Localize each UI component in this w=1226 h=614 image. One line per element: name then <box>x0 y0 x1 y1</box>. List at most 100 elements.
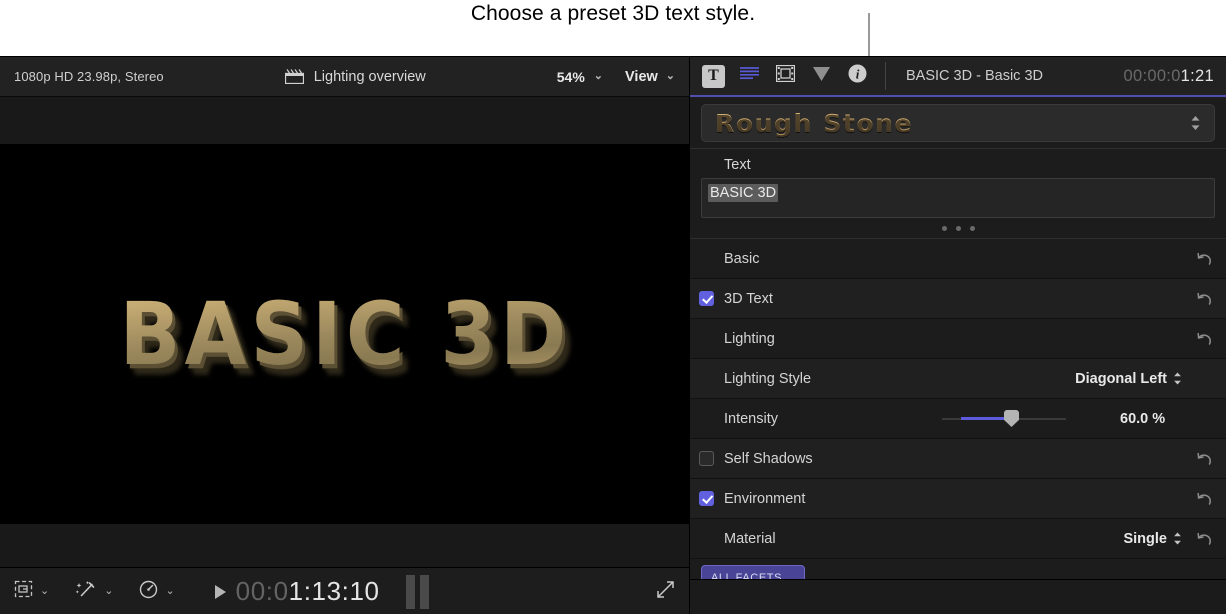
callout-text: Choose a preset 3D text style. <box>0 2 1226 26</box>
play-icon[interactable] <box>215 585 226 599</box>
resize-grip-dots-icon[interactable] <box>690 218 1226 238</box>
basic-header-row: Basic <box>690 239 1226 279</box>
inspector-toolbar: T <box>690 57 1226 97</box>
material-row[interactable]: Material Single <box>690 519 1226 559</box>
environment-row[interactable]: Environment <box>690 479 1226 519</box>
lighting-style-popup[interactable]: Diagonal Left <box>1075 371 1182 387</box>
environment-checkbox-wrap <box>690 491 724 506</box>
intensity-unit: % <box>1152 411 1165 427</box>
enhance-tool-button[interactable]: ⌄ <box>75 580 113 604</box>
film-strip-icon <box>776 65 795 87</box>
lighting-style-value: Diagonal Left <box>1075 371 1167 387</box>
lighting-header-label: Lighting <box>690 331 775 347</box>
text-field-wrapper: BASIC 3D <box>690 178 1226 218</box>
view-menu-label: View <box>625 69 658 85</box>
intensity-value[interactable]: 60.0 % <box>1120 411 1182 427</box>
video-inspector-tab[interactable] <box>774 65 797 88</box>
material-popup[interactable]: Single <box>1123 531 1182 547</box>
reset-arrow-icon[interactable] <box>1182 451 1226 467</box>
text-section-label: Text <box>690 149 1226 178</box>
lighting-header-row: Lighting <box>690 319 1226 359</box>
speedometer-icon <box>139 580 158 604</box>
material-label: Material <box>690 531 776 547</box>
timecode-dim-part: 00:0 <box>236 576 289 606</box>
audio-meter-right <box>420 575 429 609</box>
chevron-down-icon: ⌄ <box>666 71 675 82</box>
video-canvas[interactable]: BASIC 3D <box>0 144 690 524</box>
environment-checkbox[interactable] <box>699 491 714 506</box>
canvas-3d-title-text: BASIC 3D <box>120 284 571 384</box>
screenshot-root: Choose a preset 3D text style. 1080p HD … <box>0 0 1226 614</box>
lighting-style-label: Lighting Style <box>690 371 811 387</box>
slider-handle[interactable] <box>1004 410 1019 427</box>
inspector-tab-bar: T <box>690 57 883 95</box>
reset-arrow-icon[interactable] <box>1182 331 1226 347</box>
3d-text-label: 3D Text <box>724 291 773 307</box>
text-input-field[interactable]: BASIC 3D <box>701 178 1215 218</box>
preset-row: Rough Stone <box>690 97 1226 148</box>
preset-style-popup[interactable]: Rough Stone <box>701 104 1215 142</box>
self-shadows-checkbox[interactable] <box>699 451 714 466</box>
toolbar-divider <box>885 62 886 90</box>
3d-text-checkbox-wrap <box>690 291 724 306</box>
transport-group: 00:01:13:10 <box>215 576 380 607</box>
audio-meters-icon[interactable] <box>406 575 429 609</box>
clapper-board-icon <box>285 69 304 84</box>
3d-text-row[interactable]: 3D Text <box>690 279 1226 319</box>
inspector-duration[interactable]: 00:00:01:21 <box>1124 67 1226 86</box>
text-T-icon: T <box>708 67 719 85</box>
application-window: 1080p HD 23.98p, Stereo <box>0 56 1226 614</box>
zoom-level-value: 54% <box>557 69 585 85</box>
intensity-number: 60.0 <box>1120 411 1148 427</box>
info-circle-icon: i <box>848 64 867 88</box>
preset-style-label: Rough Stone <box>715 109 1190 138</box>
viewer-project-title-group: Lighting overview <box>154 69 557 85</box>
material-value: Single <box>1123 531 1167 547</box>
reset-arrow-icon[interactable] <box>1182 291 1226 307</box>
transform-tool-button[interactable]: ⌄ <box>14 580 49 603</box>
zoom-level-popup[interactable]: 54% ⌄ <box>557 69 603 85</box>
transform-tool-icon <box>14 580 33 603</box>
magic-wand-icon <box>75 580 97 604</box>
info-inspector-tab[interactable]: i <box>846 65 869 88</box>
intensity-slider[interactable] <box>942 411 1066 427</box>
self-shadows-checkbox-wrap <box>690 451 724 466</box>
stepper-updown-icon <box>1173 531 1182 546</box>
environment-label: Environment <box>724 491 805 507</box>
reset-arrow-icon[interactable] <box>1182 531 1226 547</box>
audio-meter-left <box>406 575 415 609</box>
chevron-down-icon: ⌄ <box>594 71 603 82</box>
3d-text-checkbox[interactable] <box>699 291 714 306</box>
lighting-style-row[interactable]: Lighting Style Diagonal Left <box>690 359 1226 399</box>
intensity-row[interactable]: Intensity 60.0 % <box>690 399 1226 439</box>
title-inspector-tab[interactable] <box>738 65 761 88</box>
retime-tool-button[interactable]: ⌄ <box>139 580 174 604</box>
reset-arrow-icon[interactable] <box>1182 251 1226 267</box>
intensity-label: Intensity <box>690 411 778 427</box>
reset-arrow-icon[interactable] <box>1182 491 1226 507</box>
viewer-pane: 1080p HD 23.98p, Stereo <box>0 57 690 614</box>
clip-format-label: 1080p HD 23.98p, Stereo <box>14 69 164 84</box>
text-inspector-tab[interactable]: T <box>702 65 725 88</box>
text-lines-icon <box>739 66 760 87</box>
viewer-timecode[interactable]: 00:01:13:10 <box>236 576 380 607</box>
self-shadows-row[interactable]: Self Shadows <box>690 439 1226 479</box>
triangle-filter-icon <box>812 65 831 87</box>
view-menu-button[interactable]: View ⌄ <box>625 69 675 85</box>
self-shadows-label: Self Shadows <box>724 451 813 467</box>
svg-text:i: i <box>856 67 860 82</box>
color-inspector-tab[interactable] <box>810 65 833 88</box>
viewer-stage: BASIC 3D <box>0 97 689 567</box>
inspector-pane: T <box>690 57 1226 614</box>
basic-header-label: Basic <box>690 251 759 267</box>
viewer-bottom-toolbar: ⌄ <box>0 567 689 614</box>
viewer-project-title: Lighting overview <box>314 69 426 85</box>
stepper-updown-icon[interactable] <box>1190 114 1201 132</box>
timecode-bright-part: 1:13:10 <box>289 576 380 606</box>
slider-fill <box>961 417 1010 420</box>
stepper-updown-icon <box>1173 371 1182 386</box>
inspector-clip-name: BASIC 3D - Basic 3D <box>888 68 1124 84</box>
expand-arrows-icon[interactable] <box>656 580 675 604</box>
viewer-toolbar: 1080p HD 23.98p, Stereo <box>0 57 689 97</box>
duration-dim-part: 00:00:0 <box>1124 67 1181 85</box>
